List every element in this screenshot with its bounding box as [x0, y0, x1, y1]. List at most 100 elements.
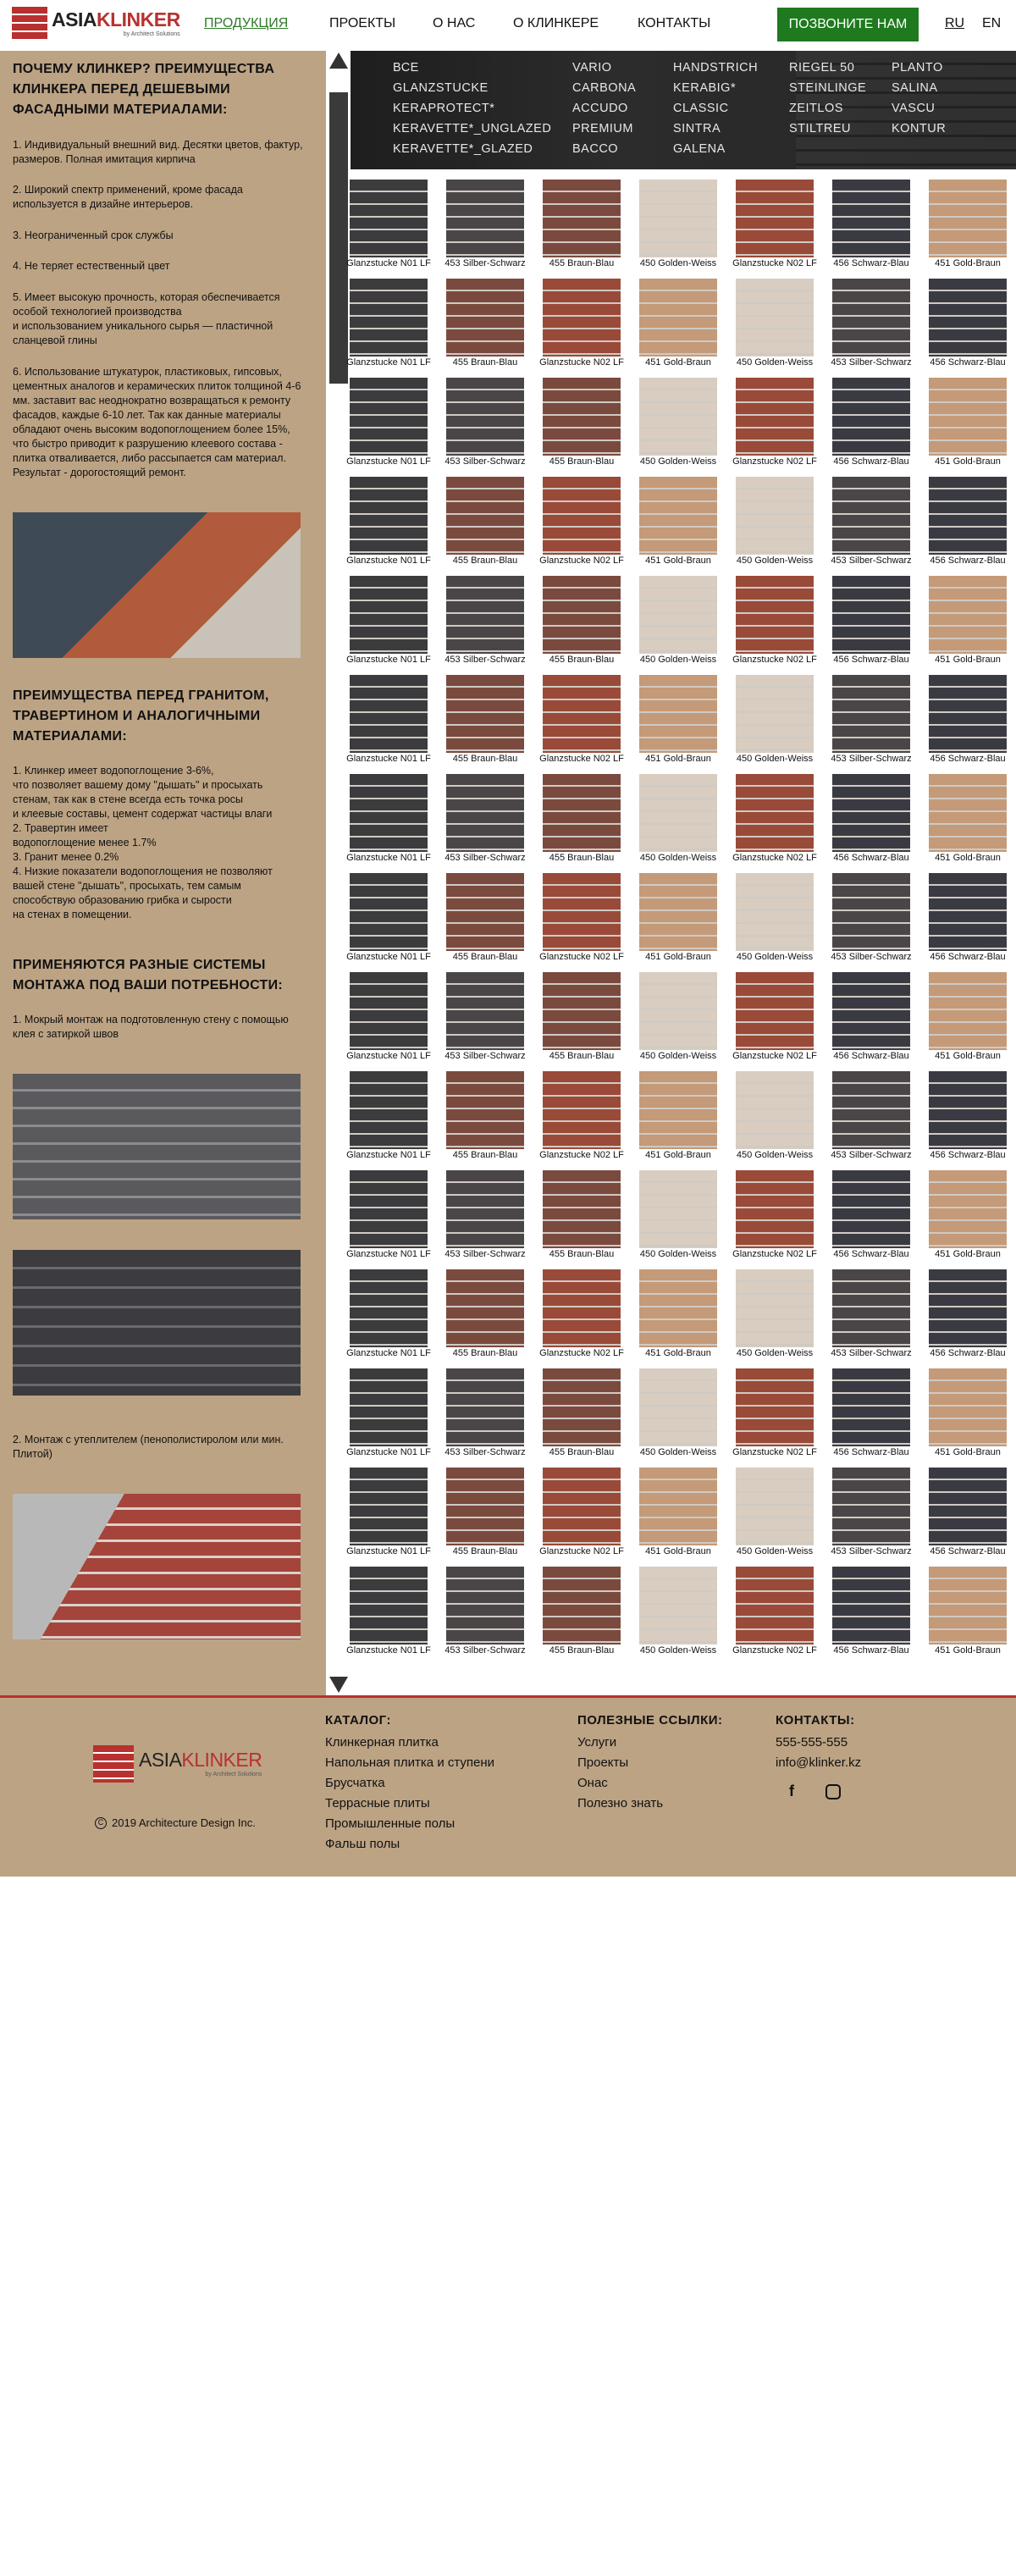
product-name[interactable]: 456 Schwarz-Blau	[824, 1447, 919, 1458]
product-tile[interactable]: 451 Gold-Braun	[639, 1269, 717, 1359]
product-swatch[interactable]	[929, 675, 1007, 753]
product-swatch[interactable]	[929, 279, 1007, 357]
product-tile[interactable]: Glanzstucke N01 LF	[346, 675, 431, 765]
product-swatch[interactable]	[446, 1269, 524, 1347]
footer-email[interactable]: info@klinker.kz	[776, 1753, 861, 1773]
product-name[interactable]: 455 Braun-Blau	[534, 1645, 629, 1656]
product-name[interactable]: 450 Golden-Weiss	[727, 754, 822, 765]
product-swatch[interactable]	[639, 675, 717, 753]
product-name[interactable]: 455 Braun-Blau	[534, 456, 629, 467]
product-swatch[interactable]	[639, 180, 717, 257]
product-swatch[interactable]	[446, 180, 524, 257]
product-swatch[interactable]	[832, 378, 910, 456]
product-name[interactable]: 456 Schwarz-Blau	[824, 456, 919, 467]
product-swatch[interactable]	[832, 1468, 910, 1545]
product-swatch[interactable]	[639, 279, 717, 357]
product-tile[interactable]: 450 Golden-Weiss	[639, 576, 717, 666]
product-tile[interactable]: Glanzstucke N02 LF	[732, 1170, 817, 1260]
category-item[interactable]: ВСЕ	[393, 61, 419, 75]
product-tile[interactable]: Glanzstucke N02 LF	[539, 477, 624, 567]
product-name[interactable]: 451 Gold-Braun	[920, 1447, 1015, 1458]
product-name[interactable]: 450 Golden-Weiss	[631, 1447, 726, 1458]
product-swatch[interactable]	[832, 279, 910, 357]
product-name[interactable]: 450 Golden-Weiss	[631, 258, 726, 269]
nav-about[interactable]: О НАС	[433, 16, 475, 31]
product-tile[interactable]: 456 Schwarz-Blau	[832, 576, 910, 666]
product-name[interactable]: 451 Gold-Braun	[631, 357, 726, 368]
product-swatch[interactable]	[350, 477, 428, 555]
product-swatch[interactable]	[543, 1170, 621, 1248]
product-tile[interactable]: 456 Schwarz-Blau	[929, 477, 1007, 567]
product-swatch[interactable]	[832, 1368, 910, 1446]
footer-catalog-link[interactable]: Террасные плиты	[325, 1794, 494, 1814]
product-name[interactable]: 453 Silber-Schwarz	[824, 754, 919, 765]
instagram-icon[interactable]	[826, 1784, 841, 1799]
product-name[interactable]: Glanzstucke N02 LF	[534, 556, 629, 567]
product-swatch[interactable]	[929, 477, 1007, 555]
footer-catalog-link[interactable]: Клинкерная плитка	[325, 1733, 494, 1753]
category-item[interactable]: SALINA	[892, 81, 938, 95]
product-swatch[interactable]	[929, 378, 1007, 456]
category-item[interactable]: GALENA	[673, 142, 726, 156]
product-name[interactable]: Glanzstucke N02 LF	[534, 1150, 629, 1161]
product-tile[interactable]: 455 Braun-Blau	[446, 279, 524, 368]
product-tile[interactable]: 455 Braun-Blau	[446, 1468, 524, 1557]
product-swatch[interactable]	[350, 1468, 428, 1545]
product-name[interactable]: 455 Braun-Blau	[438, 754, 533, 765]
product-swatch[interactable]	[639, 873, 717, 951]
product-swatch[interactable]	[736, 1368, 814, 1446]
product-name[interactable]: 455 Braun-Blau	[534, 1447, 629, 1458]
footer-catalog-link[interactable]: Фальш полы	[325, 1834, 494, 1855]
product-name[interactable]: 453 Silber-Schwarz	[824, 1546, 919, 1557]
product-name[interactable]: 456 Schwarz-Blau	[920, 1546, 1015, 1557]
product-swatch[interactable]	[543, 378, 621, 456]
product-tile[interactable]: 456 Schwarz-Blau	[832, 774, 910, 864]
product-swatch[interactable]	[543, 873, 621, 951]
product-tile[interactable]: Glanzstucke N02 LF	[539, 1071, 624, 1161]
product-tile[interactable]: 456 Schwarz-Blau	[929, 675, 1007, 765]
category-item[interactable]: GLANZSTUCKE	[393, 81, 489, 95]
product-name[interactable]: 451 Gold-Braun	[631, 1546, 726, 1557]
product-name[interactable]: 455 Braun-Blau	[438, 952, 533, 963]
product-tile[interactable]: 453 Silber-Schwarz	[444, 576, 526, 666]
product-name[interactable]: 450 Golden-Weiss	[727, 1546, 822, 1557]
product-swatch[interactable]	[350, 1269, 428, 1347]
lang-en[interactable]: EN	[982, 16, 1001, 31]
product-name[interactable]: Glanzstucke N02 LF	[534, 1348, 629, 1359]
product-tile[interactable]: Glanzstucke N01 LF	[346, 1567, 431, 1656]
product-name[interactable]: 451 Gold-Braun	[631, 1150, 726, 1161]
product-swatch[interactable]	[446, 774, 524, 852]
product-swatch[interactable]	[639, 1071, 717, 1149]
product-name[interactable]: Glanzstucke N02 LF	[534, 952, 629, 963]
product-tile[interactable]: Glanzstucke N02 LF	[732, 972, 817, 1062]
product-tile[interactable]: 456 Schwarz-Blau	[832, 378, 910, 467]
product-name[interactable]: Glanzstucke N02 LF	[534, 754, 629, 765]
product-tile[interactable]: 450 Golden-Weiss	[736, 873, 814, 963]
product-tile[interactable]: 456 Schwarz-Blau	[832, 1368, 910, 1458]
product-swatch[interactable]	[350, 576, 428, 654]
product-swatch[interactable]	[446, 477, 524, 555]
product-tile[interactable]: 455 Braun-Blau	[543, 774, 621, 864]
product-name[interactable]: 455 Braun-Blau	[534, 853, 629, 864]
facebook-icon[interactable]: f	[789, 1783, 794, 1800]
product-name[interactable]: Glanzstucke N02 LF	[727, 1447, 822, 1458]
product-tile[interactable]: 455 Braun-Blau	[446, 477, 524, 567]
category-item[interactable]: VASCU	[892, 102, 935, 115]
product-name[interactable]: Glanzstucke N02 LF	[534, 1546, 629, 1557]
product-swatch[interactable]	[736, 576, 814, 654]
product-tile[interactable]: Glanzstucke N02 LF	[539, 675, 624, 765]
product-name[interactable]: 451 Gold-Braun	[920, 1051, 1015, 1062]
product-name[interactable]: 453 Silber-Schwarz	[438, 258, 533, 269]
product-name[interactable]: 455 Braun-Blau	[534, 258, 629, 269]
call-us-button[interactable]: ПОЗВОНИТЕ НАМ	[777, 8, 919, 41]
product-name[interactable]: 456 Schwarz-Blau	[824, 258, 919, 269]
product-tile[interactable]: 455 Braun-Blau	[446, 1269, 524, 1359]
product-tile[interactable]: Glanzstucke N01 LF	[346, 1071, 431, 1161]
category-item[interactable]: KERAVETTE*_UNGLAZED	[393, 122, 551, 135]
product-name[interactable]: Glanzstucke N01 LF	[341, 556, 436, 567]
product-tile[interactable]: 450 Golden-Weiss	[736, 477, 814, 567]
product-name[interactable]: 455 Braun-Blau	[534, 1051, 629, 1062]
product-swatch[interactable]	[446, 1468, 524, 1545]
product-swatch[interactable]	[929, 1170, 1007, 1248]
product-name[interactable]: 451 Gold-Braun	[920, 853, 1015, 864]
